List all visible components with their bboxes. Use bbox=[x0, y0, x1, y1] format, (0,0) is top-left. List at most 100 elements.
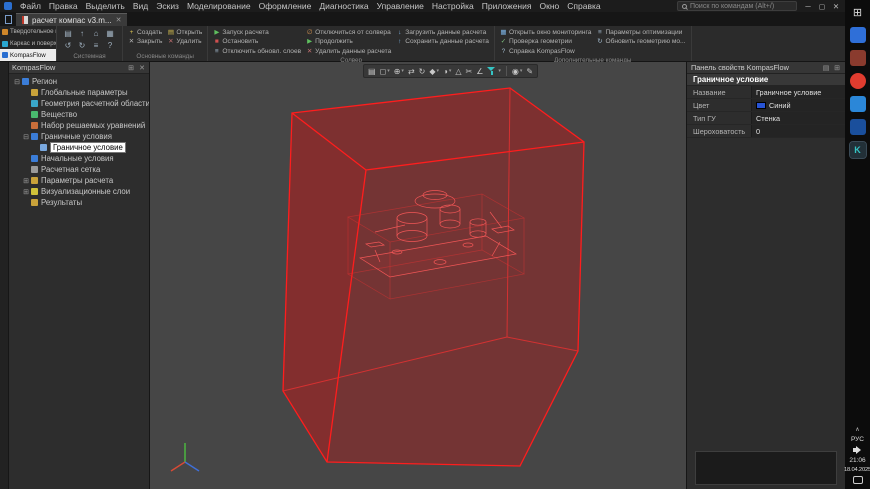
ribbon-button[interactable]: ?Справка KompasFlow bbox=[500, 47, 591, 56]
clock-time[interactable]: 21:06 bbox=[849, 457, 865, 464]
menubar-item[interactable]: Оформление bbox=[255, 1, 316, 11]
expand-plus-icon[interactable]: ⊞ bbox=[22, 188, 30, 196]
ribbon-button[interactable]: ≡Отключить обновл. слоев bbox=[213, 47, 301, 56]
property-value[interactable]: Граничное условие bbox=[751, 86, 845, 98]
ribbon-tabset-1[interactable]: Твердотельное моделирование bbox=[0, 26, 56, 38]
menu-icon[interactable]: ≡ bbox=[90, 40, 102, 51]
color-swatch[interactable] bbox=[756, 102, 766, 109]
tree-item[interactable]: Глобальные параметры bbox=[9, 87, 149, 98]
ribbon-button[interactable]: ✕Закрыть bbox=[128, 38, 162, 47]
tree-item[interactable]: ⊞Параметры расчета bbox=[9, 175, 149, 186]
ribbon-button[interactable]: ▶Продолжить bbox=[306, 38, 391, 47]
ribbon-button[interactable]: ✓Проверка геометрии bbox=[500, 38, 591, 47]
property-value[interactable]: 0 bbox=[751, 125, 845, 137]
ribbon-tabset-2[interactable]: Каркас и поверхности bbox=[0, 38, 56, 50]
rotate-icon[interactable]: ↻ bbox=[418, 65, 427, 77]
menubar-item[interactable]: Диагностика bbox=[315, 1, 372, 11]
ribbon-button[interactable]: ▤Открыть bbox=[167, 28, 202, 37]
taskbar-app-1[interactable] bbox=[850, 27, 866, 43]
panel-pin-icon[interactable]: ⊞ bbox=[833, 64, 841, 72]
ribbon-button[interactable]: ↓Загрузить данные расчета bbox=[396, 28, 489, 37]
taskbar-app-4[interactable] bbox=[850, 96, 866, 112]
redo-icon[interactable]: ↻ bbox=[76, 40, 88, 51]
menubar-item[interactable]: Моделирование bbox=[183, 1, 255, 11]
tree-item[interactable]: Вещество bbox=[9, 109, 149, 120]
menubar-item[interactable]: Файл bbox=[16, 1, 45, 11]
command-search-input[interactable]: Поиск по командам (Alt+/) bbox=[677, 1, 797, 11]
tray-expand-icon[interactable]: ∧ bbox=[855, 426, 859, 433]
clock-date[interactable]: 18.04.2025 bbox=[844, 467, 870, 473]
filter-icon[interactable]: ▾ bbox=[486, 65, 502, 77]
tree-item[interactable]: Результаты bbox=[9, 197, 149, 208]
boundary-cube[interactable] bbox=[283, 88, 584, 466]
tree-item[interactable]: Набор решаемых уравнений bbox=[9, 120, 149, 131]
ribbon-button[interactable]: ↑Сохранить данные расчета bbox=[396, 38, 489, 47]
tab-close-icon[interactable]: ✕ bbox=[116, 16, 122, 24]
document-tab[interactable]: расчет компас v3.m... ✕ bbox=[16, 13, 127, 26]
ribbon-button[interactable]: +Создать bbox=[128, 28, 162, 37]
perspective-icon[interactable]: △ bbox=[454, 65, 462, 77]
tree-item[interactable]: ⊟Граничные условия bbox=[9, 131, 149, 142]
edit-icon[interactable]: ✎ bbox=[525, 65, 534, 77]
ribbon-button[interactable]: ≡Параметры оптимизации bbox=[596, 28, 685, 37]
volume-icon[interactable] bbox=[853, 446, 863, 454]
section-icon[interactable]: ✂ bbox=[465, 65, 474, 77]
measure-icon[interactable]: ∠ bbox=[475, 65, 484, 77]
tree-item[interactable]: Граничное условие bbox=[9, 142, 149, 153]
open-icon[interactable]: ▤ bbox=[62, 28, 74, 39]
close-button[interactable]: ✕ bbox=[829, 0, 843, 12]
ribbon-button[interactable]: ■Остановить bbox=[213, 38, 301, 47]
maximize-button[interactable]: ◻ bbox=[815, 0, 829, 12]
property-value[interactable]: Синий bbox=[751, 99, 845, 111]
menubar-item[interactable]: Выделить bbox=[82, 1, 129, 11]
panel-menu-icon[interactable]: ▤ bbox=[822, 64, 830, 72]
display-grid-icon[interactable]: ▤ bbox=[367, 65, 377, 77]
notifications-icon[interactable] bbox=[853, 476, 863, 484]
tree-item[interactable]: Геометрия расчетной области bbox=[9, 98, 149, 109]
panel-dock-icon[interactable]: ⊞ bbox=[127, 64, 135, 72]
tree-item[interactable]: ⊞Визуализационные слои bbox=[9, 186, 149, 197]
ribbon-button[interactable]: ✕Удалить bbox=[167, 38, 202, 47]
tree-item[interactable]: Расчетная сетка bbox=[9, 164, 149, 175]
ribbon-button[interactable]: ↻Обновить геометрию мо... bbox=[596, 38, 685, 47]
save-icon[interactable]: ↑ bbox=[76, 28, 88, 39]
start-button[interactable]: ⊞ bbox=[850, 4, 866, 20]
new-document-icon[interactable] bbox=[5, 15, 12, 24]
undo-icon[interactable]: ↺ bbox=[62, 40, 74, 51]
display-mode-icon[interactable]: ◑▾ bbox=[442, 65, 452, 77]
pan-icon[interactable]: ⇄ bbox=[407, 65, 416, 77]
help-icon[interactable]: ? bbox=[104, 40, 116, 51]
expand-plus-icon[interactable]: ⊞ bbox=[22, 177, 30, 185]
ribbon-button[interactable]: ∅Отключиться от солвера bbox=[306, 28, 391, 37]
ribbon-button[interactable]: ▶Запуск расчета bbox=[213, 28, 301, 37]
viewport-3d[interactable]: ▤◻▾⊕▾⇄↻◆▾◑▾△✂∠▾ ◉▾✎ bbox=[150, 62, 686, 489]
taskbar-app-5[interactable] bbox=[850, 119, 866, 135]
expand-minus-icon[interactable]: ⊟ bbox=[13, 78, 21, 86]
menubar-item[interactable]: Приложения bbox=[478, 1, 536, 11]
language-indicator[interactable]: РУС bbox=[851, 436, 864, 443]
menubar-item[interactable]: Справка bbox=[563, 1, 604, 11]
menubar-item[interactable]: Эскиз bbox=[152, 1, 183, 11]
menubar-item[interactable]: Окно bbox=[535, 1, 563, 11]
taskbar-app-2[interactable] bbox=[850, 50, 866, 66]
tree-item[interactable]: Начальные условия bbox=[9, 153, 149, 164]
menubar-item[interactable]: Правка bbox=[45, 1, 82, 11]
menubar-item[interactable]: Настройка bbox=[428, 1, 478, 11]
minimize-button[interactable]: ─ bbox=[801, 0, 815, 12]
taskbar-app-kompas[interactable]: K bbox=[850, 142, 866, 158]
print-icon[interactable]: ▦ bbox=[104, 28, 116, 39]
ribbon-button[interactable]: ▦Открыть окно мониторинга bbox=[500, 28, 591, 37]
ribbon-button[interactable]: ✕Удалить данные расчета bbox=[306, 47, 391, 56]
property-value[interactable]: Стенка bbox=[751, 112, 845, 124]
ribbon-tabset-3[interactable]: KompasFlow bbox=[0, 49, 56, 61]
home-icon[interactable]: ⌂ bbox=[90, 28, 102, 39]
zoom-icon[interactable]: ⊕▾ bbox=[393, 65, 405, 77]
menubar-item[interactable]: Вид bbox=[129, 1, 152, 11]
viewport-3d-scene[interactable] bbox=[150, 62, 686, 489]
selection-mode-icon[interactable]: ◻▾ bbox=[379, 65, 391, 77]
tree-item[interactable]: ⊟Регион bbox=[9, 76, 149, 87]
orientation-icon[interactable]: ◆▾ bbox=[428, 65, 440, 77]
expand-minus-icon[interactable]: ⊟ bbox=[22, 133, 30, 141]
menubar-item[interactable]: Управление bbox=[373, 1, 428, 11]
visibility-icon[interactable]: ◉▾ bbox=[511, 65, 524, 77]
